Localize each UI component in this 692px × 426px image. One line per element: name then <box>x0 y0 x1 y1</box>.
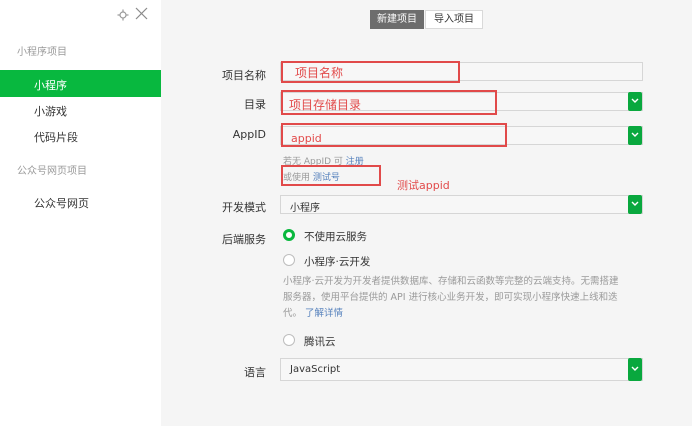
language-label: 语言 <box>244 366 266 379</box>
dev-mode-label: 开发模式 <box>222 201 266 214</box>
tab-import-project[interactable]: 导入项目 <box>425 10 483 29</box>
sidebar-item-label: 小程序 <box>34 79 67 92</box>
sidebar-group-miniprogram: 小程序项目 <box>17 47 67 58</box>
radio-cloud-dev-label: 小程序·云开发 <box>304 256 371 268</box>
dev-mode-dropdown-button[interactable] <box>628 195 642 214</box>
dev-mode-select[interactable] <box>280 195 643 214</box>
appid-value: appid <box>291 132 322 145</box>
sidebar-item-code-snippet[interactable]: 代码片段 <box>34 129 78 145</box>
chevron-down-icon <box>631 132 639 137</box>
radio-tencent-cloud-label: 腾讯云 <box>304 336 336 348</box>
close-icon[interactable] <box>134 6 149 21</box>
directory-label: 目录 <box>244 98 266 111</box>
annotation-box-test-account <box>281 165 381 186</box>
chevron-down-icon <box>631 98 639 103</box>
sidebar-item-official-account-web[interactable]: 公众号网页 <box>34 195 89 211</box>
backend-service-label: 后端服务 <box>222 233 266 246</box>
test-appid-annotation: 测试appid <box>397 179 450 192</box>
learn-more-link[interactable]: 了解详情 <box>305 308 343 319</box>
radio-tencent-cloud[interactable] <box>283 334 295 346</box>
dev-mode-value: 小程序 <box>290 203 320 214</box>
directory-dropdown-button[interactable] <box>628 92 642 111</box>
sidebar-item-miniprogram[interactable]: 小程序 <box>0 70 161 97</box>
sidebar-item-minigame[interactable]: 小游戏 <box>34 103 67 119</box>
language-dropdown-button[interactable] <box>628 358 642 381</box>
language-value: JavaScript <box>290 364 341 375</box>
settings-icon[interactable] <box>117 9 129 21</box>
directory-placeholder: 项目存储目录 <box>289 98 362 112</box>
sidebar: 小程序项目 小程序 小游戏 代码片段 公众号网页项目 公众号网页 <box>0 0 161 426</box>
radio-cloud-dev[interactable] <box>283 254 295 266</box>
sidebar-group-webpage: 公众号网页项目 <box>17 166 87 177</box>
cloud-dev-description: 小程序·云开发为开发者提供数据库、存储和云函数等完整的云端支持。无需搭建 服务器… <box>283 276 619 319</box>
project-name-label: 项目名称 <box>222 69 266 82</box>
radio-no-cloud[interactable] <box>283 229 295 241</box>
appid-dropdown-button[interactable] <box>628 126 642 145</box>
main-panel: 新建项目 导入项目 项目名称 项目名称 目录 项目存储目录 AppID appi… <box>161 0 692 426</box>
project-name-placeholder: 项目名称 <box>295 66 344 80</box>
appid-label: AppID <box>232 128 266 141</box>
radio-no-cloud-label: 不使用云服务 <box>304 231 367 243</box>
tab-new-project[interactable]: 新建项目 <box>370 10 424 29</box>
chevron-down-icon <box>631 366 639 371</box>
chevron-down-icon <box>631 201 639 206</box>
